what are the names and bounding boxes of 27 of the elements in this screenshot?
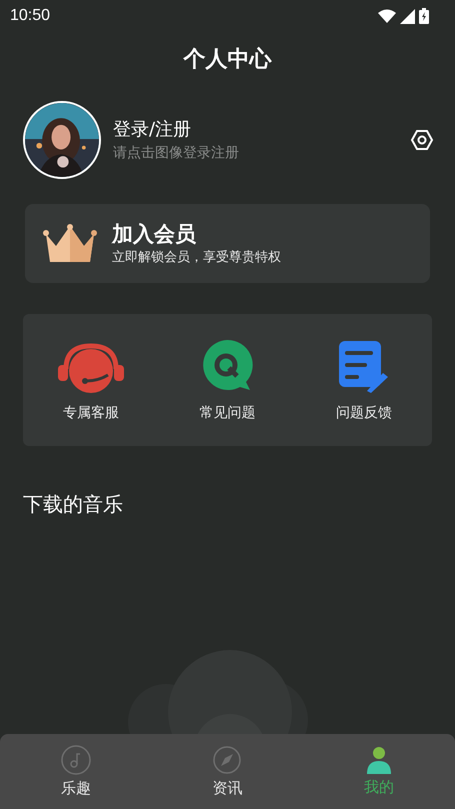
service-label: 问题反馈 bbox=[336, 404, 392, 422]
service-label: 专属客服 bbox=[63, 404, 120, 422]
settings-icon[interactable] bbox=[410, 128, 434, 152]
battery-icon bbox=[419, 8, 429, 24]
vip-banner[interactable]: 加入会员 立即解锁会员，享受尊贵特权 bbox=[25, 204, 430, 283]
service-item[interactable]: 专属客服 bbox=[23, 336, 160, 424]
service-item[interactable]: 问题反馈 bbox=[296, 336, 432, 424]
music-note-icon bbox=[60, 745, 91, 776]
section-title: 下载的音乐 bbox=[23, 491, 124, 518]
wifi-icon bbox=[378, 9, 396, 23]
nav-tab[interactable]: 资讯 bbox=[152, 734, 304, 809]
question-bubble-icon bbox=[200, 338, 254, 392]
login-link[interactable]: 登录/注册 bbox=[113, 116, 410, 142]
note-edit-icon bbox=[338, 340, 389, 392]
vip-title: 加入会员 bbox=[112, 220, 197, 248]
nav-tab[interactable]: 乐趣 bbox=[0, 734, 152, 809]
signal-icon bbox=[400, 8, 415, 24]
login-hint: 请点击图像登录注册 bbox=[113, 144, 240, 162]
service-item[interactable]: 常见问题 bbox=[159, 336, 296, 424]
page-title: 个人中心 bbox=[184, 46, 272, 74]
person-icon bbox=[366, 746, 392, 774]
headset-icon bbox=[58, 342, 124, 392]
compass-icon bbox=[212, 745, 242, 776]
clock: 10:50 bbox=[10, 6, 50, 26]
vip-subtitle: 立即解锁会员，享受尊贵特权 bbox=[112, 248, 281, 267]
crown-icon bbox=[42, 224, 98, 264]
service-label: 常见问题 bbox=[199, 404, 256, 422]
